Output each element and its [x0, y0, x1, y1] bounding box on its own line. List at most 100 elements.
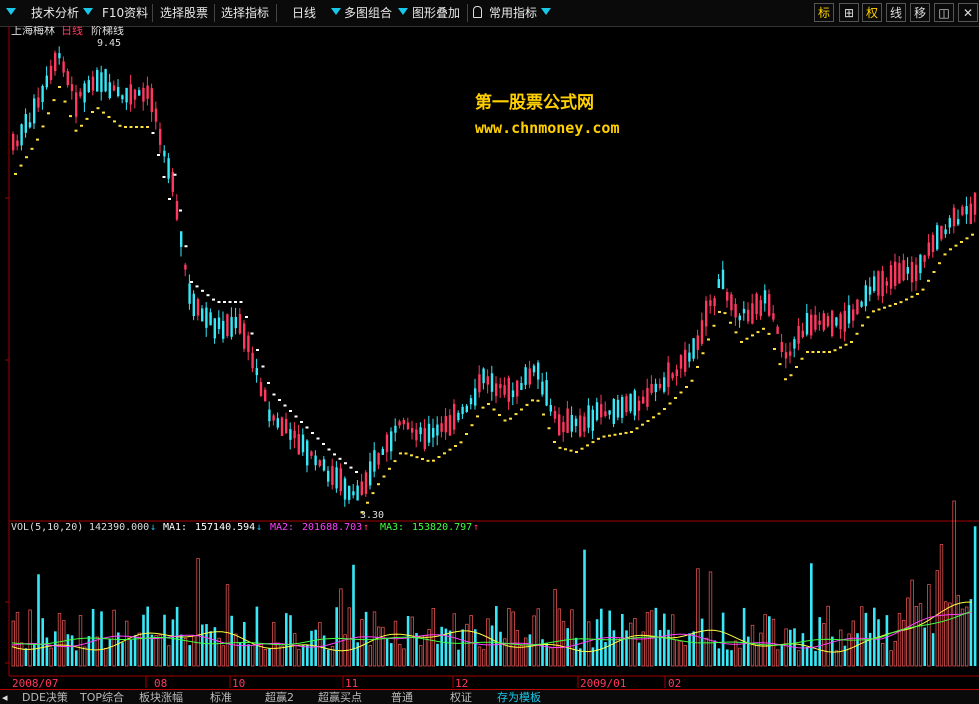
dropdown-arrow-icon[interactable]: [6, 8, 16, 15]
step-line-segment: [613, 433, 617, 436]
menu-select-indicator[interactable]: 选择指标: [221, 3, 269, 23]
step-line-segment: [69, 115, 72, 118]
volume-bar: [574, 637, 578, 666]
menu-overlay[interactable]: 图形叠加: [412, 3, 460, 23]
candle: [940, 225, 943, 240]
volume-bar: [192, 635, 196, 667]
step-line-segment: [916, 293, 919, 295]
tab-warrant[interactable]: 权证: [450, 691, 472, 704]
volume-bar: [645, 612, 650, 667]
tab-arrow-icon[interactable]: ◂: [2, 691, 8, 704]
candle: [961, 206, 964, 215]
candle: [524, 367, 527, 385]
candle: [877, 271, 880, 296]
volume-bar: [15, 612, 20, 667]
candle: [167, 158, 170, 179]
line-button[interactable]: 线: [886, 3, 906, 22]
menu-technical-analysis[interactable]: 技术分析: [31, 3, 79, 23]
step-line-segment: [822, 351, 826, 353]
step-line-segment: [261, 365, 265, 368]
tab-chaoying-buy[interactable]: 超赢买点: [318, 691, 362, 704]
dropdown-arrow-icon[interactable]: [398, 8, 408, 15]
volume-bar: [209, 631, 212, 666]
step-line-segment: [421, 458, 424, 460]
candle: [427, 423, 431, 443]
candle: [629, 393, 632, 412]
volume-bar: [221, 645, 225, 667]
step-line-segment: [707, 338, 710, 341]
volume-bar: [805, 646, 809, 666]
volume-bar: [230, 615, 233, 666]
candle: [688, 352, 691, 362]
tab-save-template[interactable]: 存为模板: [497, 691, 541, 704]
step-line-segment: [481, 406, 485, 409]
tab-chaoying2[interactable]: 超赢2: [265, 691, 294, 704]
volume-bar: [675, 639, 679, 667]
volume-bar: [801, 633, 805, 666]
window-button[interactable]: ◫: [934, 3, 954, 22]
grid-button[interactable]: ⊞: [839, 3, 859, 22]
kline-chart-area[interactable]: 上海梅林 日线 阶梯线 9.45 3.30 第一股票公式网 www.chnmon…: [0, 23, 979, 693]
dropdown-arrow-icon[interactable]: [83, 8, 93, 15]
volume-bar: [19, 642, 24, 667]
candle: [247, 335, 250, 353]
candle: [398, 421, 401, 426]
candle: [217, 317, 221, 330]
step-line-segment: [63, 100, 67, 103]
step-line-segment: [294, 415, 298, 418]
volume-bar: [763, 614, 767, 667]
lock-icon[interactable]: [473, 6, 482, 18]
candle: [70, 84, 74, 92]
close-button[interactable]: ✕: [958, 3, 978, 22]
step-line-segment: [553, 441, 556, 443]
vol-value: 142390.000: [89, 522, 149, 533]
candle: [415, 429, 418, 441]
step-line-segment: [25, 156, 28, 159]
volume-bar: [784, 628, 788, 667]
candle: [776, 326, 779, 334]
candle: [709, 300, 712, 306]
volume-bar: [196, 558, 200, 667]
candle: [528, 368, 531, 385]
rights-button[interactable]: 权: [862, 3, 882, 22]
menu-f10[interactable]: F10资料: [102, 3, 148, 23]
volume-bar: [956, 595, 960, 667]
step-line-segment: [685, 386, 688, 388]
tab-dde[interactable]: DDE决策: [22, 691, 68, 704]
tab-sector[interactable]: 板块涨幅: [139, 691, 183, 704]
volume-bar: [234, 633, 238, 667]
step-line-segment: [355, 471, 358, 473]
menu-daily[interactable]: 日线: [292, 3, 316, 23]
dropdown-arrow-icon[interactable]: [541, 8, 551, 15]
volume-bar: [750, 624, 755, 667]
candle: [818, 320, 821, 325]
volume-bar: [658, 630, 662, 666]
volume-bar: [91, 608, 95, 666]
tab-top[interactable]: TOP综合: [80, 691, 124, 704]
candle: [259, 382, 263, 396]
volume-bar: [549, 647, 553, 667]
volume-bar: [893, 640, 897, 667]
candle: [562, 422, 565, 433]
candle: [621, 396, 624, 418]
candle: [75, 92, 78, 117]
step-line-segment: [861, 324, 864, 327]
tab-standard[interactable]: 标准: [210, 691, 232, 704]
move-button[interactable]: 移: [910, 3, 930, 22]
mark-button[interactable]: 标: [814, 3, 834, 22]
volume-bar: [515, 630, 519, 667]
candle: [768, 294, 771, 316]
volume-bar: [285, 613, 288, 666]
volume-bar: [301, 644, 305, 666]
volume-bar: [536, 608, 540, 667]
menu-common-indicators[interactable]: 常用指标: [489, 3, 537, 23]
tab-normal[interactable]: 普通: [391, 691, 413, 704]
candle: [121, 95, 124, 100]
menu-select-stock[interactable]: 选择股票: [160, 3, 208, 23]
step-line-segment: [751, 334, 754, 337]
step-line-segment: [289, 410, 292, 412]
kline-chart-svg[interactable]: 上海梅林 日线 阶梯线 9.45 3.30 第一股票公式网 www.chnmon…: [0, 23, 979, 690]
dropdown-arrow-icon[interactable]: [331, 8, 341, 15]
menu-multi-chart[interactable]: 多图组合: [344, 3, 392, 23]
candle: [188, 283, 191, 304]
